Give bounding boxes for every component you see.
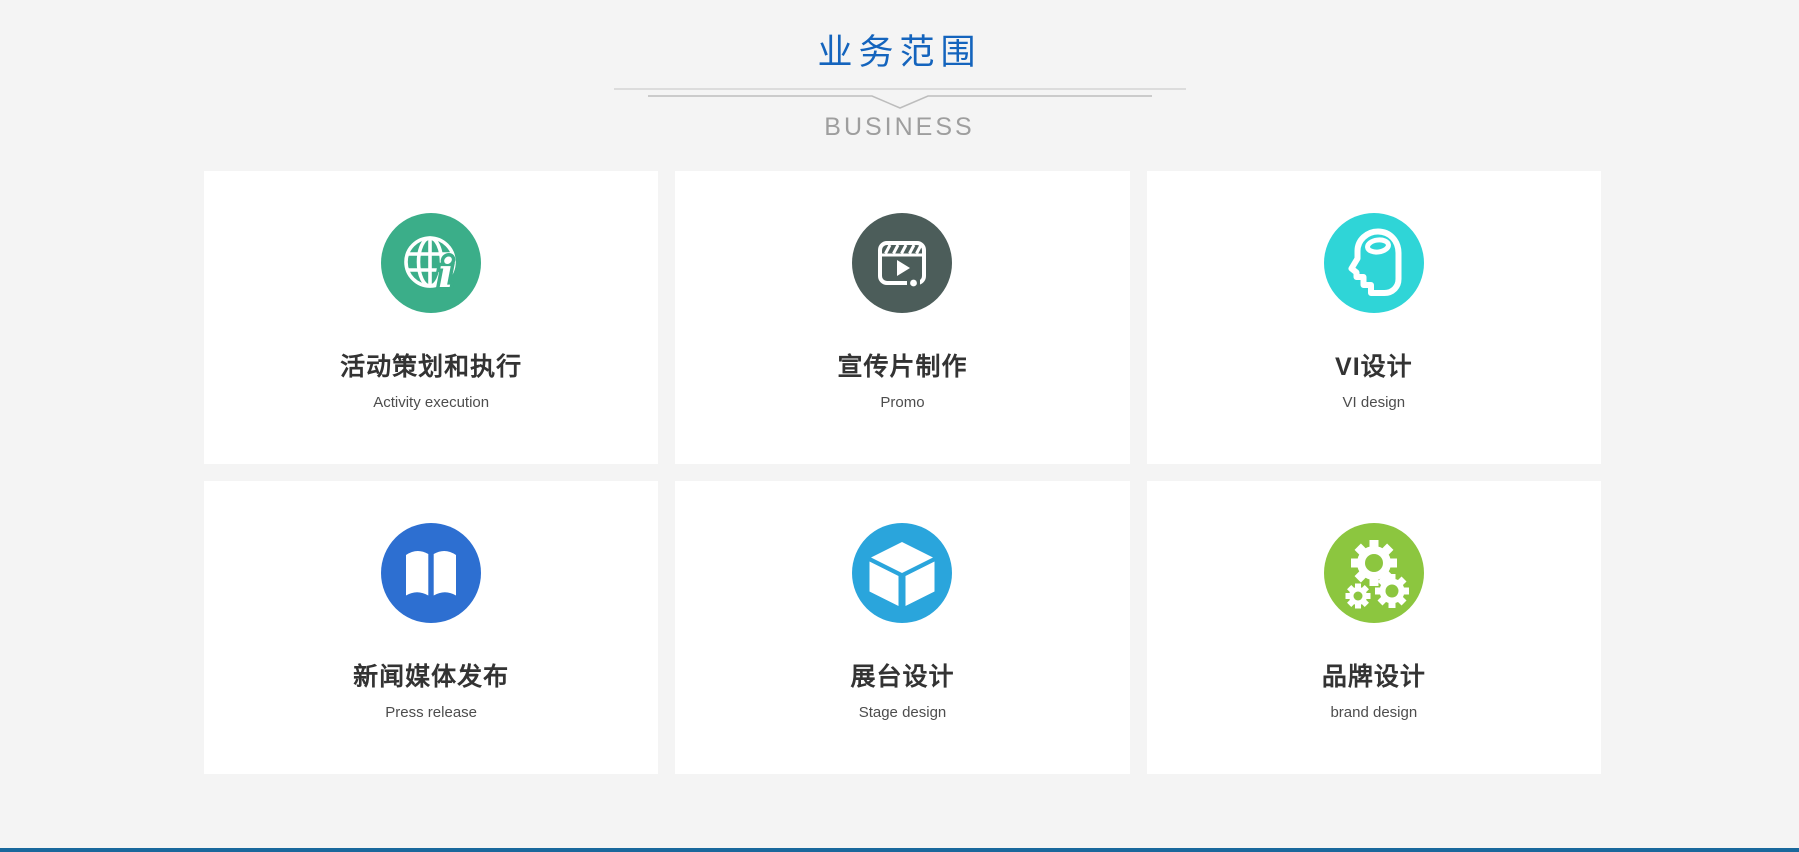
card-subtitle: VI design bbox=[1147, 394, 1601, 411]
section-subtitle: BUSINESS bbox=[0, 113, 1799, 142]
card-title: 活动策划和执行 bbox=[204, 347, 658, 383]
card-subtitle: brand design bbox=[1147, 704, 1601, 721]
svg-text:i: i bbox=[439, 250, 454, 297]
card-subtitle: Activity execution bbox=[204, 394, 658, 411]
globe-info-icon: i bbox=[381, 213, 481, 313]
card-title: 宣传片制作 bbox=[675, 347, 1129, 383]
service-card-activity-execution[interactable]: i 活动策划和执行 Activity execution bbox=[204, 171, 658, 464]
service-card-promo[interactable]: 宣传片制作 Promo bbox=[675, 171, 1129, 464]
cube-icon bbox=[852, 523, 952, 623]
service-card-vi-design[interactable]: VI设计 VI design bbox=[1147, 171, 1601, 464]
section-title: 业务范围 bbox=[817, 24, 981, 75]
card-subtitle: Promo bbox=[675, 394, 1129, 411]
card-subtitle: Press release bbox=[204, 704, 658, 721]
business-section-header: 业务范围 BUSINESS bbox=[0, 0, 1799, 142]
service-card-brand-design[interactable]: 品牌设计 brand design bbox=[1147, 481, 1601, 774]
card-title: 展台设计 bbox=[675, 657, 1129, 693]
chevron-divider bbox=[614, 85, 1186, 111]
clapperboard-play-icon bbox=[852, 213, 952, 313]
card-subtitle: Stage design bbox=[675, 704, 1129, 721]
card-title: 品牌设计 bbox=[1147, 657, 1601, 693]
services-grid: i 活动策划和执行 Activity execution 宣传片制作 Promo bbox=[204, 171, 1601, 774]
card-title: VI设计 bbox=[1147, 347, 1601, 383]
service-card-stage-design[interactable]: 展台设计 Stage design bbox=[675, 481, 1129, 774]
head-profile-icon bbox=[1324, 213, 1424, 313]
card-title: 新闻媒体发布 bbox=[204, 657, 658, 693]
service-card-press-release[interactable]: 新闻媒体发布 Press release bbox=[204, 481, 658, 774]
open-book-icon bbox=[381, 523, 481, 623]
gears-icon bbox=[1324, 523, 1424, 623]
bottom-accent-bar bbox=[0, 848, 1799, 852]
